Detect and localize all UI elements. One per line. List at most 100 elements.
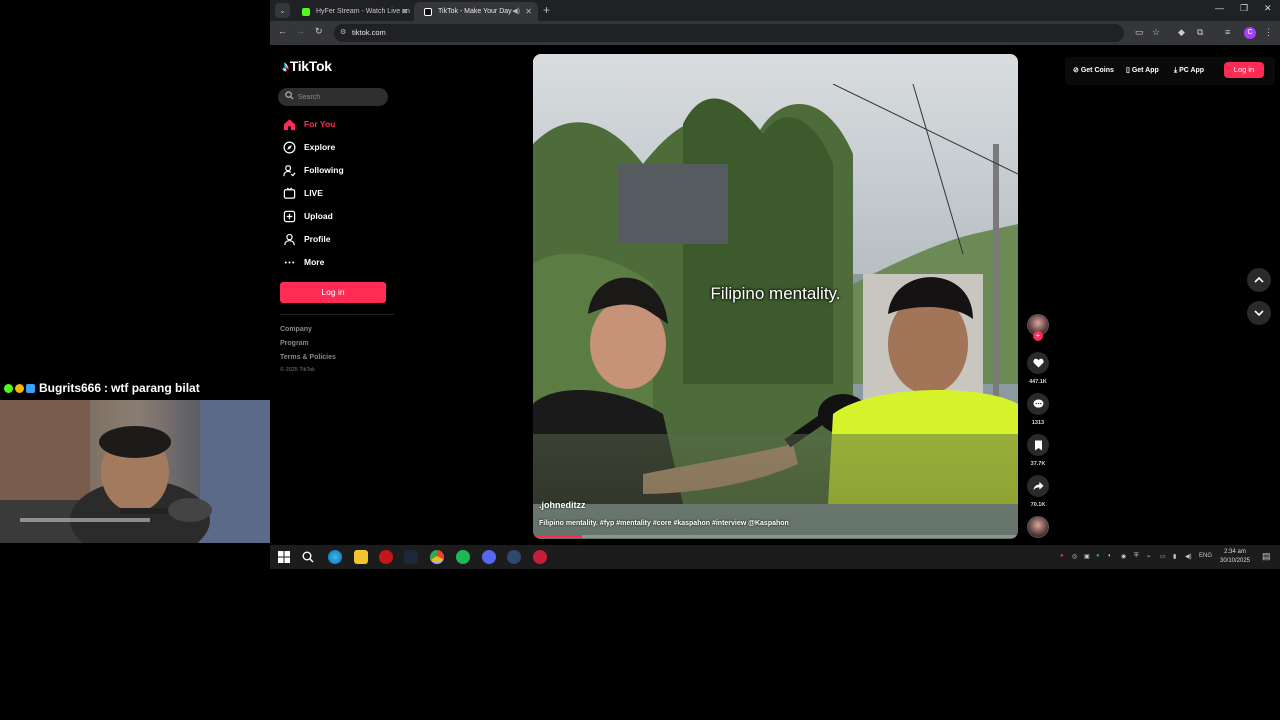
video-progress-fill xyxy=(533,535,582,538)
get-coins-button[interactable]: ⊘ Get Coins xyxy=(1073,64,1114,78)
address-bar[interactable]: ⚙ tiktok.com xyxy=(334,24,1124,42)
tab-hyfer-stream[interactable]: HyFer Stream - Watch Live on ✕ xyxy=(292,2,414,21)
tray-nvidia-icon[interactable]: ▣ xyxy=(1084,553,1090,560)
tiktok-logo[interactable]: ♪TikTok xyxy=(282,58,332,74)
obs-icon[interactable] xyxy=(533,550,547,564)
nav-upload[interactable]: Upload xyxy=(282,208,333,224)
video-author[interactable]: .johneditzz xyxy=(539,500,586,510)
nav-profile[interactable]: Profile xyxy=(282,231,330,247)
restore-icon[interactable]: ❐ xyxy=(1240,3,1248,14)
stream-chat-message: Bugrits666 : wtf parang bilat xyxy=(4,380,200,396)
webcam-feed xyxy=(0,400,276,543)
close-tab-icon[interactable]: ✕ xyxy=(401,2,408,21)
search-box[interactable] xyxy=(278,88,388,106)
upload-icon xyxy=(282,209,296,223)
next-video-button[interactable] xyxy=(1247,301,1271,325)
language-indicator[interactable]: ENG xyxy=(1199,553,1212,559)
close-tab-icon[interactable]: ✕ xyxy=(525,2,532,21)
nav-for-you[interactable]: For You xyxy=(282,116,335,132)
reload-icon[interactable]: ↻ xyxy=(315,26,323,37)
previous-video-button[interactable] xyxy=(1247,268,1271,292)
pc-app-button[interactable]: ⤓ PC App xyxy=(1174,64,1204,78)
tray-spotify-icon[interactable]: ● xyxy=(1096,553,1100,559)
bookmark-star-icon[interactable]: ☆ xyxy=(1152,27,1160,38)
app-icon[interactable] xyxy=(507,550,521,564)
media-player-icon[interactable] xyxy=(379,550,393,564)
footer-link-program[interactable]: Program xyxy=(280,340,309,347)
windows-taskbar: ● ◎ ▣ ● ◐ ◉ ⛨ ⌁ ▭ ▮ ◀) ENG 2:34 am 30/10… xyxy=(270,545,1280,569)
like-button[interactable] xyxy=(1027,352,1049,374)
discord-icon[interactable] xyxy=(482,550,496,564)
clock-time: 2:34 am xyxy=(1224,549,1246,555)
taskbar-clock[interactable]: 2:34 am 30/10/2025 xyxy=(1218,548,1252,566)
home-icon xyxy=(282,117,296,131)
save-count: 37.7K xyxy=(1030,461,1046,467)
tab-title: TikTok - Make Your Day xyxy=(438,8,512,15)
footer-link-terms[interactable]: Terms & Policies xyxy=(280,354,336,361)
tab-tiktok[interactable]: TikTok - Make Your Day ◀) ✕ xyxy=(414,2,538,21)
kick-favicon-icon xyxy=(302,8,310,16)
chevron-down-icon xyxy=(1254,310,1264,316)
nav-explore[interactable]: Explore xyxy=(282,139,335,155)
nav-following[interactable]: Following xyxy=(282,162,344,178)
site-info-icon[interactable]: ⚙ xyxy=(340,28,346,36)
sidebar-login-button[interactable]: Log in xyxy=(280,282,386,303)
video-description[interactable]: Filipino mentality. #fyp #mentality #cor… xyxy=(539,520,789,527)
tray-volume-icon[interactable]: ◀) xyxy=(1185,553,1192,560)
tray-app-icon[interactable]: ◎ xyxy=(1072,553,1077,560)
tray-mic-icon[interactable]: ▮ xyxy=(1173,553,1176,560)
spotify-icon[interactable] xyxy=(456,550,470,564)
back-icon[interactable]: ← xyxy=(278,26,287,36)
tray-usb-icon[interactable]: ⌁ xyxy=(1147,553,1151,560)
share-count: 70.1K xyxy=(1030,502,1046,508)
video-player[interactable]: Filipino mentality. .johneditzz Filipino… xyxy=(533,54,1018,539)
edge-icon[interactable] xyxy=(328,550,342,564)
chat-separator: : xyxy=(104,381,109,395)
notifications-icon[interactable]: ▤ xyxy=(1262,551,1271,562)
tray-shield-icon[interactable]: ⛨ xyxy=(1134,553,1139,560)
copyright-text: © 2025 TikTok xyxy=(280,367,315,373)
nav-more[interactable]: More xyxy=(282,254,324,270)
tray-discord-icon[interactable]: ◐ xyxy=(1108,553,1112,559)
search-input[interactable] xyxy=(298,91,384,103)
steam-icon[interactable] xyxy=(404,550,418,564)
tab-title: HyFer Stream - Watch Live on xyxy=(316,8,410,15)
close-window-icon[interactable]: ✕ xyxy=(1264,3,1272,14)
audio-playing-icon[interactable]: ◀) xyxy=(512,2,520,21)
tray-network-icon[interactable]: ▭ xyxy=(1160,553,1166,560)
windows-start-icon[interactable] xyxy=(278,550,292,564)
nav-label: More xyxy=(304,257,325,267)
nav-live[interactable]: LIVE xyxy=(282,185,323,201)
chrome-icon[interactable] xyxy=(430,550,444,564)
new-tab-button[interactable]: + xyxy=(543,3,550,18)
share-button[interactable] xyxy=(1027,475,1049,497)
video-progress-bar[interactable] xyxy=(533,535,1018,538)
minimize-icon[interactable]: — xyxy=(1215,3,1224,13)
top-login-button[interactable]: Log in xyxy=(1224,62,1264,78)
subscriber-badge-icon xyxy=(26,383,35,393)
tiktok-note-icon: ♪ xyxy=(282,58,289,74)
follow-plus-icon[interactable]: + xyxy=(1033,331,1043,341)
taskbar-search-icon[interactable] xyxy=(302,550,316,564)
file-explorer-icon[interactable] xyxy=(354,550,368,564)
tray-steam-icon[interactable]: ◉ xyxy=(1121,553,1126,560)
profile-avatar[interactable]: C xyxy=(1244,27,1256,39)
search-icon xyxy=(285,91,294,102)
sound-disc-avatar[interactable] xyxy=(1027,516,1049,538)
extensions-icon[interactable]: ⧉ xyxy=(1197,27,1203,38)
forward-icon[interactable]: → xyxy=(296,26,305,36)
media-control-icon[interactable]: ≡ xyxy=(1225,27,1230,37)
heart-icon xyxy=(1032,358,1044,368)
get-app-button[interactable]: ▯ Get App xyxy=(1126,64,1159,78)
extension-diamond-icon[interactable]: ◆ xyxy=(1178,27,1185,38)
more-icon xyxy=(282,255,296,269)
cast-icon[interactable]: ▭ xyxy=(1135,27,1144,38)
browser-menu-icon[interactable]: ⋮ xyxy=(1264,27,1273,38)
comment-button[interactable] xyxy=(1027,393,1049,415)
nav-label: Profile xyxy=(304,234,331,244)
tab-search-button[interactable]: ⌄ xyxy=(275,3,290,18)
save-button[interactable] xyxy=(1027,434,1049,456)
tray-record-icon[interactable]: ● xyxy=(1060,553,1064,559)
footer-link-company[interactable]: Company xyxy=(280,326,312,333)
nav-label: LIVE xyxy=(304,188,323,198)
